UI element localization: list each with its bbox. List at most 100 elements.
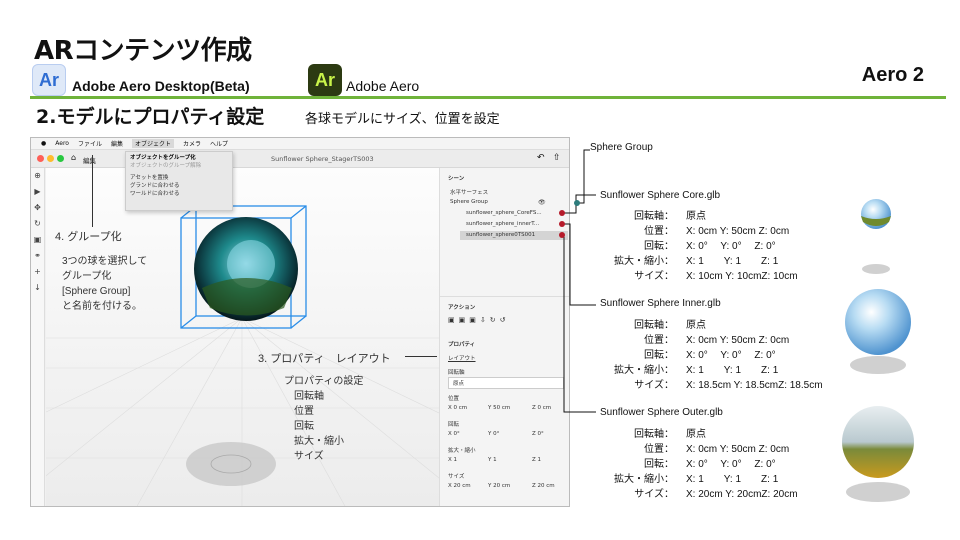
model-outer-name: Sunflower Sphere Outer.glb [600, 407, 723, 418]
viewport-grid [31, 205, 569, 506]
download-icon[interactable]: ↓ [31, 280, 44, 296]
scale-tool-icon[interactable]: ▣ [31, 232, 44, 248]
window-titlebar: ⌂ 編集 Sunflower Sphere_StagerTS003 ↶ ⇧ [31, 150, 569, 168]
spec-value: X: 0cm Y: 50cm Z: 0cm [686, 226, 790, 237]
rotation-x[interactable]: X 0° [448, 431, 460, 437]
scale-label: 拡大・縮小 [448, 448, 476, 454]
spec-key: サイズ： [634, 271, 674, 282]
menu-item-ungroup[interactable]: オブジェクトのグループ解除 [130, 162, 228, 170]
spec-value: X: 18.5cm Y: 18.5cmZ: 18.5cm [686, 380, 823, 391]
spec-key: 回転軸： [634, 211, 674, 222]
menu-object[interactable]: オブジェクト [131, 139, 174, 148]
scene-header[interactable]: シーン [448, 174, 464, 182]
spec-value: X: 1 Y: 1 Z: 1 [686, 365, 779, 376]
spec-key: 回転軸： [634, 429, 674, 440]
group-desc-line: [Sphere Group] [62, 286, 131, 297]
rotate-tool-icon[interactable]: ↻ [31, 216, 44, 232]
prop-list-item: 回転 [294, 421, 314, 432]
menu-help[interactable]: ヘルプ [210, 139, 228, 148]
select-tool-icon[interactable]: ▶ [31, 184, 44, 200]
spec-value: X: 10cm Y: 10cmZ: 10cm [686, 271, 798, 282]
section-title: 2.モデルにプロパティ設定 [36, 106, 265, 128]
close-window-icon[interactable] [37, 155, 44, 162]
model-outer-specs: 回転軸： 原点 位置： X: 0cm Y: 50cm Z: 0cm 回転： X: 0°… [598, 427, 798, 502]
spec-value: X: 0cm Y: 50cm Z: 0cm [686, 335, 790, 346]
prop-list-item: 位置 [294, 406, 314, 417]
scale-x[interactable]: X 1 [448, 457, 457, 463]
spec-key: 位置： [644, 444, 674, 455]
group-desc-line: 3つの球を選択して [62, 256, 148, 267]
size-x[interactable]: X 20 cm [448, 483, 471, 489]
menubar: ● Aero ファイル 編集 オブジェクト カメラ ヘルプ [31, 138, 569, 150]
prop-list-item: サイズ [294, 451, 324, 462]
model-core-specs: 回転軸： 原点 位置： X: 0cm Y: 50cm Z: 0cm 回転： X: 0°… [598, 209, 798, 284]
ground-shadow [186, 442, 276, 486]
layout-tab[interactable]: レイアウト [448, 354, 476, 362]
sphere-group-label: Sphere Group [590, 142, 653, 153]
orbit-tool-icon[interactable]: ⚭ [31, 248, 44, 264]
scene-item-sphere-group[interactable]: Sphere Group [450, 199, 488, 205]
scene-item-horizontal-surface[interactable]: 水平サーフェス [450, 188, 488, 196]
property-annotation-title: 3. プロパティ レイアウト [258, 353, 391, 365]
home-icon[interactable]: ⌂ [71, 153, 76, 162]
model-core-name: Sunflower Sphere Core.glb [600, 190, 721, 201]
menu-edit[interactable]: 編集 [111, 139, 123, 148]
outer-sphere-thumb [842, 406, 914, 502]
group-annotation-title: 4. グループ化 [55, 231, 122, 243]
scene-item-inner[interactable]: sunflower_sphere_innerT... [466, 221, 539, 227]
group-desc-line: グループ化 [62, 271, 112, 282]
aero-desktop-logo-icon: Ar [32, 64, 66, 96]
menu-item-fit-ground[interactable]: グランドに合わせる [130, 182, 228, 190]
spec-value: 原点 [686, 320, 706, 331]
size-y[interactable]: Y 20 cm [488, 483, 510, 489]
scale-z[interactable]: Z 1 [532, 457, 541, 463]
page-title: ARコンテンツ作成 [34, 36, 252, 66]
scale-y[interactable]: Y 1 [488, 457, 497, 463]
action-toolbar-icons[interactable]: ▣▣▣⇩↻↺ [448, 316, 509, 324]
spec-key: 回転： [644, 459, 674, 470]
group-desc-line: と名前を付ける。 [62, 301, 142, 312]
prop-list-item: 拡大・縮小 [294, 436, 344, 447]
menu-aero[interactable]: Aero [55, 140, 69, 147]
position-x[interactable]: X 0 cm [448, 405, 467, 411]
breadcrumb[interactable]: 編集 [83, 155, 96, 165]
minimize-window-icon[interactable] [47, 155, 54, 162]
rotation-label: 回転 [448, 422, 460, 428]
rotation-y[interactable]: Y 0° [488, 431, 499, 437]
menu-file[interactable]: ファイル [78, 139, 102, 148]
property-header[interactable]: プロパティ [448, 340, 475, 348]
zoom-window-icon[interactable] [57, 155, 64, 162]
menu-item-group[interactable]: オブジェクトをグループ化 [130, 154, 228, 162]
rotation-z[interactable]: Z 0° [532, 431, 544, 437]
move-tool-icon[interactable]: ✥ [31, 200, 44, 216]
aero-desktop-label: Adobe Aero Desktop(Beta) [72, 78, 250, 94]
viewport-canvas[interactable] [31, 168, 569, 506]
spec-key: 回転軸： [634, 320, 674, 331]
menu-item-fit-world[interactable]: ワールドに合わせる [130, 190, 228, 198]
prop-list-item: 回転軸 [294, 391, 324, 402]
spec-value: X: 1 Y: 1 Z: 1 [686, 474, 779, 485]
size-label: サイズ [448, 474, 465, 480]
scene-item-outer[interactable]: sunflower_sphere0TS001 [466, 232, 535, 238]
apple-icon[interactable]: ● [41, 140, 46, 147]
model-inner-name: Sunflower Sphere Inner.glb [600, 298, 721, 309]
plus-icon[interactable]: + [31, 264, 44, 280]
spec-key: 拡大・縮小： [614, 365, 674, 376]
property-annotation-list: プロパティの設定 回転軸 位置 回転 拡大・縮小 サイズ [284, 374, 363, 464]
spec-value: X: 0cm Y: 50cm Z: 0cm [686, 444, 790, 455]
spec-value: X: 0° Y: 0° Z: 0° [686, 459, 776, 470]
add-icon[interactable]: ⊕ [31, 168, 44, 184]
menu-item-replace-asset[interactable]: アセットを置換 [130, 174, 228, 182]
prop-list-item: プロパティの設定 [284, 376, 364, 387]
header-divider [30, 96, 946, 99]
menu-camera[interactable]: カメラ [183, 139, 201, 148]
position-y[interactable]: Y 50 cm [488, 405, 510, 411]
pivot-label: 回転軸 [448, 370, 465, 376]
action-header[interactable]: アクション [448, 303, 475, 311]
spec-value: 原点 [686, 429, 706, 440]
scene-item-core[interactable]: sunflower_sphere_CoreFS... [466, 210, 542, 216]
size-z[interactable]: Z 20 cm [532, 483, 555, 489]
model-inner-specs: 回転軸： 原点 位置： X: 0cm Y: 50cm Z: 0cm 回転： X: 0°… [598, 318, 823, 393]
spec-key: 拡大・縮小： [614, 474, 674, 485]
group-annotation-desc: 3つの球を選択して グループ化 [Sphere Group] と名前を付ける。 [62, 254, 147, 314]
